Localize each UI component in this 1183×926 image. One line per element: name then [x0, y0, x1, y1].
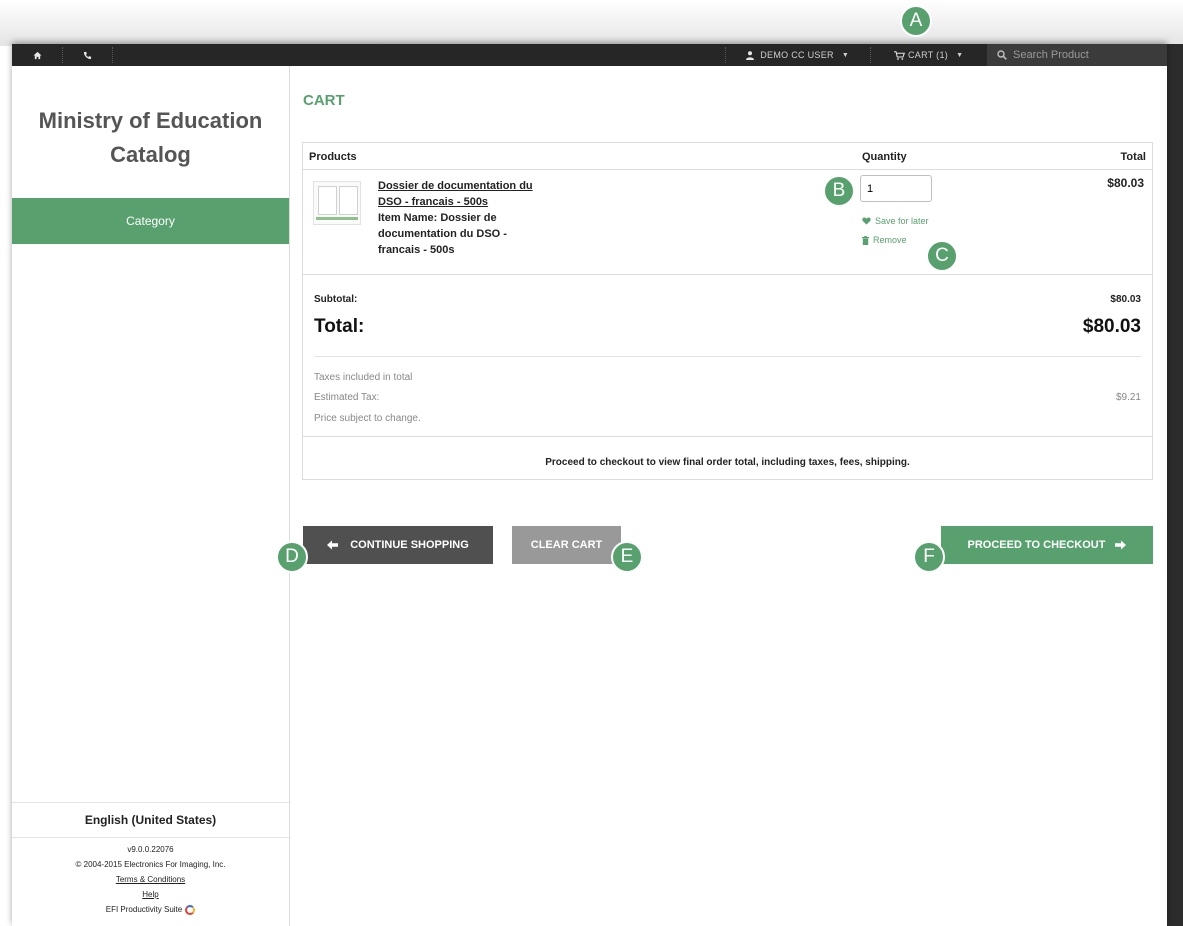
clear-cart-button[interactable]: CLEAR CART [512, 526, 621, 564]
trash-icon [862, 235, 869, 245]
item-name-line: Item Name: Dossier de [378, 212, 497, 224]
window-backdrop [0, 0, 1183, 46]
divider [303, 274, 1152, 275]
subtotal-label: Subtotal: [314, 294, 358, 305]
user-menu-label: DEMO CC USER [760, 50, 834, 60]
language-selector[interactable]: English (United States) [12, 803, 289, 838]
remove-label: Remove [873, 235, 907, 245]
copyright-text: © 2004-2015 Electronics For Imaging, Inc… [75, 860, 226, 869]
catalog-title: Ministry of Education Catalog [12, 104, 289, 172]
arrow-right-icon [1115, 540, 1127, 550]
continue-shopping-label: CONTINUE SHOPPING [350, 539, 469, 551]
total-value: $80.03 [1082, 316, 1141, 337]
catalog-title-line: Ministry of Education [38, 108, 263, 133]
divider [303, 169, 1152, 170]
caret-down-icon: ▼ [841, 51, 849, 59]
phone-button[interactable] [62, 44, 112, 66]
heart-icon [862, 217, 871, 225]
user-menu[interactable]: DEMO CC USER ▼ [725, 44, 870, 66]
page-title: CART [303, 92, 345, 109]
phone-icon [83, 51, 91, 59]
proceed-to-checkout-label: PROCEED TO CHECKOUT [967, 539, 1106, 551]
estimated-tax-label: Estimated Tax: [314, 392, 380, 403]
column-header-total: Total [1120, 151, 1146, 163]
arrow-left-icon [327, 540, 339, 550]
column-header-products: Products [309, 151, 357, 163]
thumbnail-band [316, 217, 358, 220]
proceed-to-checkout-button[interactable]: PROCEED TO CHECKOUT [941, 526, 1153, 564]
taxes-included-text: Taxes included in total [314, 372, 413, 383]
total-label: Total: [314, 316, 365, 337]
efi-logo-icon [185, 904, 196, 915]
search-icon [997, 50, 1007, 60]
subtotal-value: $80.03 [1110, 294, 1141, 305]
thumbnail-page [339, 186, 358, 215]
window-frame-right [1167, 44, 1183, 926]
version-text: v9.0.0.22076 [127, 845, 174, 854]
item-name-line: francais - 500s [378, 244, 455, 256]
search-input[interactable] [1013, 49, 1153, 61]
save-for-later-link[interactable]: Save for later [862, 216, 929, 226]
item-name-line: documentation du DSO - [378, 228, 507, 240]
product-name-link[interactable]: Dossier de documentation du DSO - francai… [378, 180, 533, 208]
cart-table: Products Quantity Total Dossier de docum… [302, 142, 1153, 480]
cart-menu[interactable]: CART (1) ▼ [870, 44, 987, 66]
product-thumbnail[interactable] [313, 181, 361, 225]
efi-suite: EFI Productivity Suite [12, 902, 289, 917]
product-name-line: Dossier de documentation du [378, 180, 533, 192]
continue-shopping-button[interactable]: CONTINUE SHOPPING [303, 526, 493, 564]
quantity-input[interactable] [860, 175, 932, 202]
user-icon [746, 50, 755, 60]
estimated-tax-value: $9.21 [1115, 392, 1141, 403]
category-menu-item[interactable]: Category [12, 198, 289, 244]
efi-suite-label: EFI Productivity Suite [105, 905, 183, 914]
top-bar: DEMO CC USER ▼ CART (1) ▼ [12, 44, 1167, 66]
help-link[interactable]: Help [142, 890, 158, 899]
topbar-divider [112, 47, 113, 63]
column-header-quantity: Quantity [862, 151, 907, 163]
product-name-line: DSO - francais - 500s [378, 196, 489, 208]
annotation-marker-a: A [900, 5, 932, 37]
checkout-note: Proceed to checkout to view final order … [545, 457, 910, 468]
app-window: DEMO CC USER ▼ CART (1) ▼ Ministry of Ed… [12, 44, 1167, 926]
home-icon [32, 51, 42, 59]
annotation-marker-c: C [926, 240, 958, 272]
sidebar-footer: English (United States) v9.0.0.22076 © 2… [12, 802, 289, 917]
terms-link[interactable]: Terms & Conditions [116, 875, 185, 884]
divider [303, 436, 1152, 437]
annotation-marker-b: B [823, 175, 855, 207]
price-note: Price subject to change. [314, 413, 421, 424]
product-details: Dossier de documentation du DSO - francai… [378, 178, 563, 258]
annotation-marker-d: D [276, 541, 308, 573]
divider [314, 356, 1141, 357]
annotation-marker-f: F [913, 541, 945, 573]
sidebar: Ministry of Education Catalog Category E… [12, 66, 290, 926]
cart-icon [893, 50, 905, 60]
annotation-marker-e: E [611, 541, 643, 573]
remove-link[interactable]: Remove [862, 235, 907, 245]
thumbnail-page [318, 186, 337, 215]
item-total-price: $80.03 [1107, 176, 1144, 190]
home-button[interactable] [12, 44, 62, 66]
clear-cart-label: CLEAR CART [530, 539, 603, 551]
search-bar [987, 44, 1167, 66]
caret-down-icon: ▼ [956, 51, 963, 59]
main-content: CART Products Quantity Total Dossier de … [290, 66, 1167, 926]
cart-menu-label: CART (1) [907, 50, 949, 60]
catalog-title-line: Catalog [110, 142, 191, 167]
save-for-later-label: Save for later [875, 216, 929, 226]
